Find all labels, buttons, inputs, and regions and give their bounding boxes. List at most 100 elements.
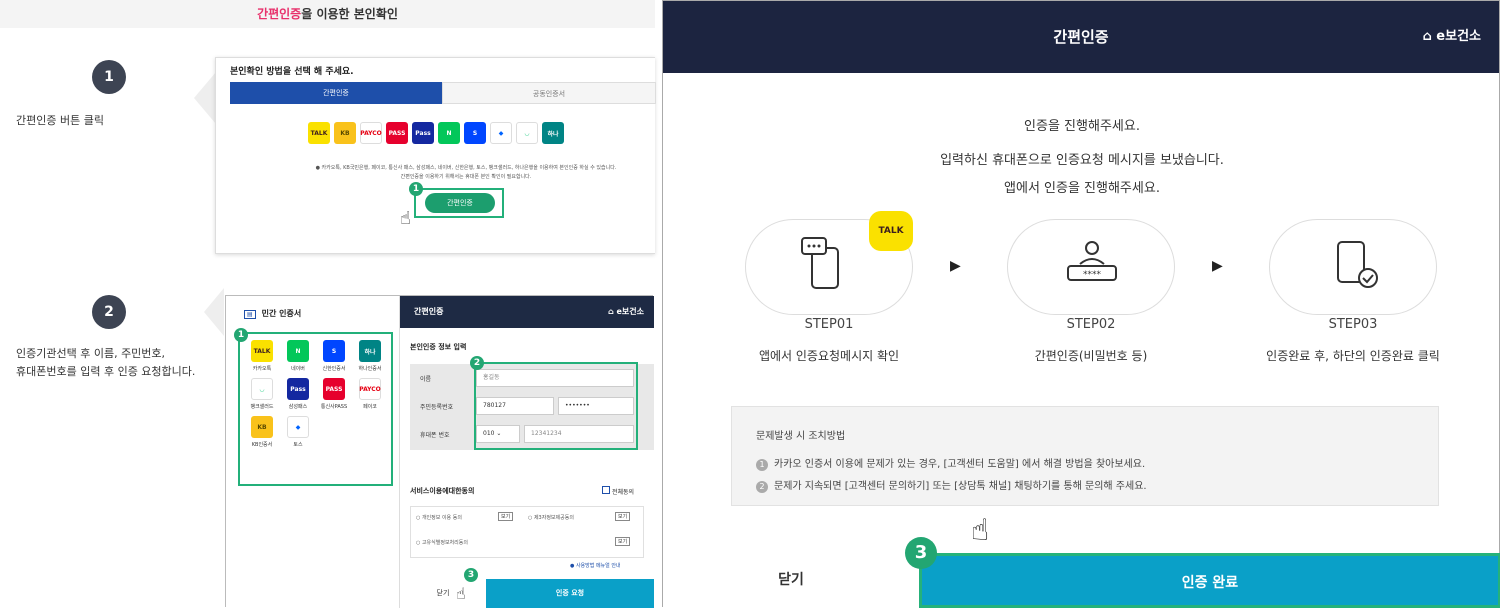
hand-pointer-icon: ☝ bbox=[971, 513, 990, 548]
home-icon: ⌂ bbox=[1422, 29, 1437, 44]
samsungpass-icon: Pass bbox=[287, 378, 309, 400]
step3-name: STEP03 bbox=[1328, 317, 1378, 332]
hana-icon: 하나 bbox=[359, 340, 381, 362]
step-number-1: 1 bbox=[92, 60, 126, 94]
checkbox-icon bbox=[602, 486, 610, 494]
view-button[interactable]: 보기 bbox=[615, 537, 631, 546]
info-input-section: 간편인증 ⌂ e보건소 본인인증 정보 입력 이름 홍길동 주민등록번호 7801… bbox=[400, 296, 654, 608]
step1-name: STEP01 bbox=[804, 317, 854, 332]
instruction-text: 인증을 진행해주세요. 입력하신 휴대폰으로 인증요청 메시지를 보냈습니다. … bbox=[940, 119, 1224, 196]
method-select-panel: 본인확인 방법을 선택 해 주세요. 간편인증 공동인증서 TALK KB PAYC… bbox=[215, 57, 656, 254]
agree-unique-id[interactable]: ○ 고유식별정보처리동의 bbox=[416, 539, 468, 546]
kb-provider[interactable]: KB KB인증서 bbox=[244, 416, 280, 448]
phone-check-icon bbox=[1337, 241, 1378, 288]
shinhan-provider[interactable]: S 신한인증서 bbox=[316, 340, 352, 372]
provider-label: 하나인증서 bbox=[358, 366, 382, 372]
shinhan-icon: S bbox=[323, 340, 345, 362]
kakao-icon: TALK bbox=[251, 340, 273, 362]
auth-form-panel: ▤ 민간 인증서 1 TALK 카카오톡 N 네이버 S 신한인증서 하나 하나인증서 ◡ 뱅크샐러… bbox=[225, 295, 654, 608]
provider-label: 네이버 bbox=[291, 366, 305, 372]
marker-3: 3 bbox=[905, 537, 937, 569]
provider-label: 삼성패스 bbox=[288, 404, 308, 410]
banksalad-icon: ◡ bbox=[251, 378, 273, 400]
provider-grid: TALK 카카오톡 N 네이버 S 신한인증서 하나 하나인증서 ◡ 뱅크샐러드 Pass 삼성패스 P… bbox=[244, 340, 388, 448]
hand-pointer-icon: ☝ bbox=[456, 584, 466, 603]
marker-1: 1 bbox=[409, 182, 423, 196]
close-button[interactable]: 닫기 bbox=[663, 553, 919, 608]
naver-icon: N bbox=[287, 340, 309, 362]
provider-label: 신한인증서 bbox=[322, 366, 346, 372]
troubleshoot-box: 문제발생 시 조치방법 1 카카오 인증서 이용에 문제가 있는 경우, [고객센… bbox=[731, 406, 1439, 506]
banksalad-provider[interactable]: ◡ 뱅크샐러드 bbox=[244, 378, 280, 410]
tab-simple-auth[interactable]: 간편인증 bbox=[230, 82, 442, 104]
request-button[interactable]: 인증 요청 bbox=[486, 579, 654, 608]
payco-icon: PAYCO bbox=[359, 378, 381, 400]
agree-personal[interactable]: ○ 개인정보 이용 동의 bbox=[416, 514, 462, 521]
password-icon: **** bbox=[1067, 241, 1117, 281]
agree-title: 서비스이용에대한동의 bbox=[410, 487, 475, 495]
pointer-arrow bbox=[194, 72, 216, 124]
toss-provider[interactable]: ◆ 토스 bbox=[280, 416, 316, 448]
arrow-right-icon: ▶ bbox=[950, 258, 961, 274]
samsungpass-provider[interactable]: Pass 삼성패스 bbox=[280, 378, 316, 410]
troubleshoot-line-1: 1 카카오 인증서 이용에 문제가 있는 경우, [고객센터 도움말] 에서 해결… bbox=[756, 455, 1145, 471]
step1-desc: 앱에서 인증요청메시지 확인 bbox=[758, 349, 900, 363]
pointer-arrow bbox=[204, 288, 224, 336]
provider-label: 통신사PASS bbox=[320, 404, 348, 410]
step-number-2: 2 bbox=[92, 295, 126, 329]
banksalad-icon: ◡ bbox=[516, 122, 538, 144]
kb-icon: KB bbox=[251, 416, 273, 438]
brand-logo: ⌂ e보건소 bbox=[1422, 29, 1481, 44]
guide-title: 간편인증을 이용한 본인확인 bbox=[0, 0, 655, 28]
step2-desc: 간편인증(비밀번호 등) bbox=[1034, 349, 1148, 363]
section-title: 본인인증 정보 입력 bbox=[410, 343, 467, 351]
troubleshoot-line-2: 2 문제가 지속되면 [고객센터 문의하기] 또는 [상담톡 채널] 채팅하기를 … bbox=[756, 477, 1147, 493]
simple-auth-dialog: 간편인증 ⌂ e보건소 인증을 진행해주세요. 입력하신 휴대폰으로 인증요청 메… bbox=[662, 0, 1500, 608]
dialog-header: 간편인증 ⌂ e보건소 bbox=[663, 1, 1499, 73]
provider-label: 뱅크샐러드 bbox=[250, 404, 274, 410]
close-button[interactable]: 닫기 bbox=[400, 579, 486, 608]
panel-heading: 본인확인 방법을 선택 해 주세요. bbox=[230, 67, 354, 77]
view-button[interactable]: 보기 bbox=[615, 512, 631, 521]
naver-icon: N bbox=[438, 122, 460, 144]
agree-all-checkbox[interactable]: 전체동의 bbox=[602, 486, 634, 496]
kb-icon: KB bbox=[334, 122, 356, 144]
provider-list: ▤ 민간 인증서 1 TALK 카카오톡 N 네이버 S 신한인증서 하나 하나인증서 ◡ 뱅크샐러… bbox=[226, 296, 400, 608]
naver-provider[interactable]: N 네이버 bbox=[280, 340, 316, 372]
provider-label: KB인증서 bbox=[251, 442, 273, 448]
brand-logo: ⌂ e보건소 bbox=[607, 307, 644, 316]
hand-pointer-icon: ☝ bbox=[400, 208, 411, 229]
cert-icon: ▤ bbox=[244, 310, 256, 319]
view-button[interactable]: 보기 bbox=[498, 512, 514, 521]
pass-icon: PASS bbox=[386, 122, 408, 144]
form-header: 간편인증 ⌂ e보건소 bbox=[400, 296, 654, 328]
payco-icon: PAYCO bbox=[360, 122, 382, 144]
shinhan-icon: S bbox=[464, 122, 486, 144]
step3-oval bbox=[1269, 219, 1437, 315]
step2-description: 인증기관선택 후 이름, 주민번호, 휴대폰번호를 입력 후 인증 요청합니다. bbox=[16, 347, 196, 378]
pass-provider[interactable]: PASS 통신사PASS bbox=[316, 378, 352, 410]
highlight-box bbox=[474, 362, 638, 450]
provider-icons: TALK KB PAYCO PASS Pass N S ◆ ◡ 하나 bbox=[308, 122, 564, 144]
toss-icon: ◆ bbox=[490, 122, 512, 144]
tab-public-cert[interactable]: 공동인증서 bbox=[442, 82, 656, 104]
samsung-pass-icon: Pass bbox=[412, 122, 434, 144]
step3-desc: 인증완료 후, 하단의 인증완료 클릭 bbox=[1266, 349, 1440, 363]
troubleshoot-title: 문제발생 시 조치방법 bbox=[756, 431, 846, 442]
marker-2: 2 bbox=[470, 356, 484, 370]
marker-3: 3 bbox=[464, 568, 478, 582]
arrow-right-icon: ▶ bbox=[1212, 258, 1223, 274]
auth-complete-button[interactable]: 인증 완료 bbox=[919, 553, 1500, 608]
step2-oval: **** bbox=[1007, 219, 1175, 315]
provider-label: 토스 bbox=[293, 442, 303, 448]
agree-thirdparty[interactable]: ○ 제3자정보제공동의 bbox=[528, 514, 574, 521]
kakao-provider[interactable]: TALK 카카오톡 bbox=[244, 340, 280, 372]
hana-provider[interactable]: 하나하나인증서 bbox=[352, 340, 388, 372]
provider-label: 페이코 bbox=[363, 404, 377, 410]
payco-provider[interactable]: PAYCO 페이코 bbox=[352, 378, 388, 410]
manual-link[interactable]: ● 사용방법 메뉴얼 안내 bbox=[570, 562, 621, 569]
step1-description: 간편인증 버튼 클릭 bbox=[16, 114, 104, 127]
simple-auth-button[interactable]: 간편인증 bbox=[425, 193, 495, 213]
step2-name: STEP02 bbox=[1066, 317, 1116, 332]
method-tabs: 간편인증 공동인증서 bbox=[230, 82, 656, 104]
